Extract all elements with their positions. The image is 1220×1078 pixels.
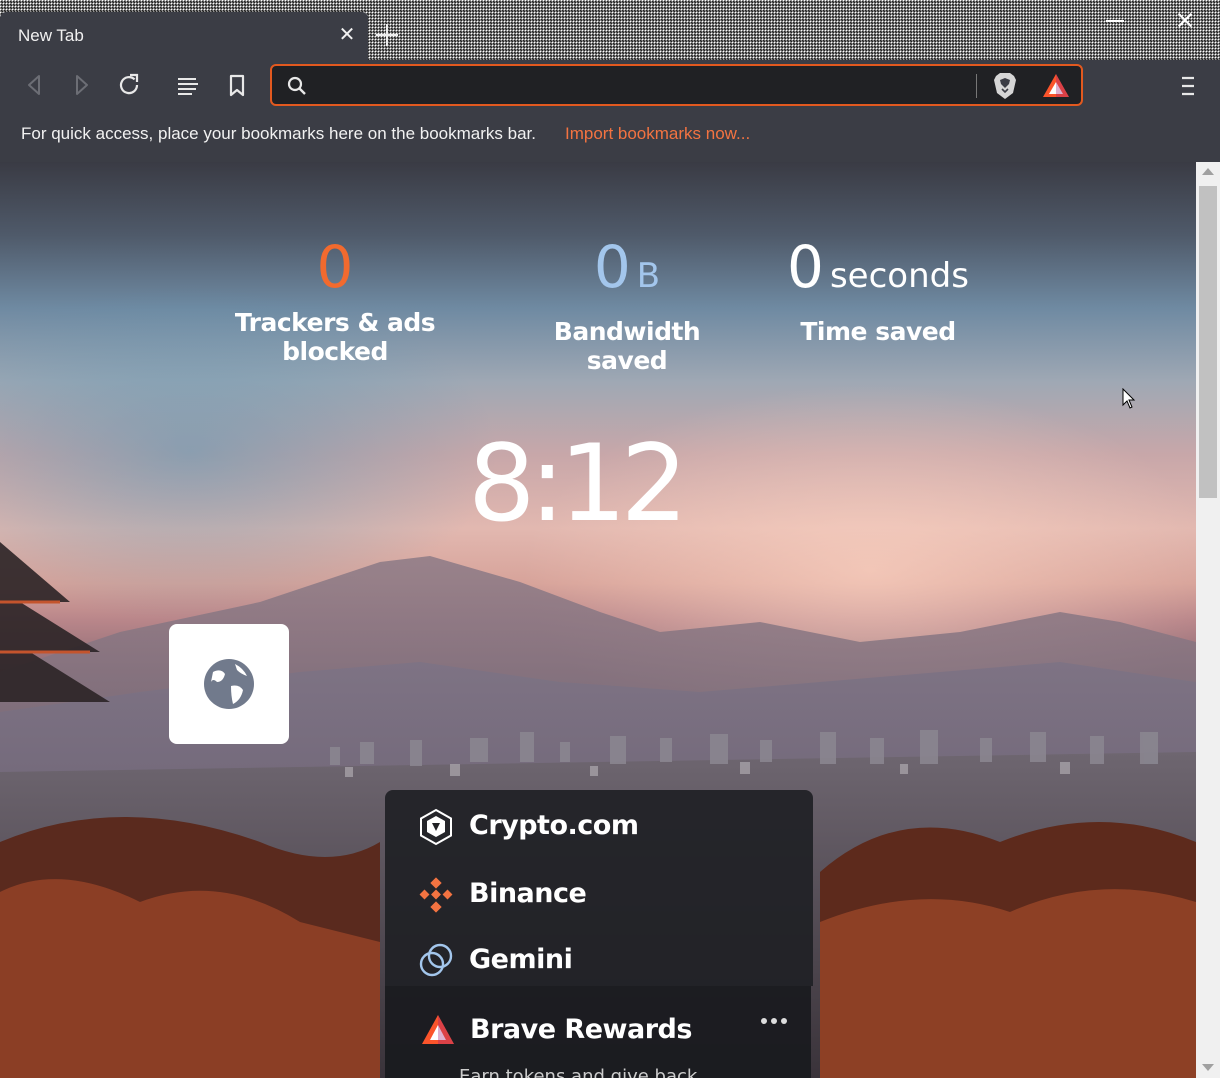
address-bar[interactable] — [270, 64, 1083, 106]
bandwidth-unit: B — [636, 256, 661, 296]
hamburger-menu-icon — [1182, 76, 1194, 96]
brave-rewards-subtitle: Earn tokens and give back — [459, 1066, 698, 1078]
scroll-thumb[interactable] — [1199, 186, 1217, 498]
time-unit: seconds — [829, 256, 969, 296]
binance-icon — [419, 877, 453, 913]
brave-rewards-title: Brave Rewards — [470, 1014, 692, 1045]
brave-rewards-triangle-icon — [422, 1015, 454, 1044]
scroll-up-arrow-icon[interactable] — [1202, 168, 1214, 175]
time-value: 0 — [787, 233, 824, 301]
top-site-tile[interactable] — [169, 624, 289, 744]
bookmark-button[interactable] — [223, 71, 251, 99]
tab-strip: New Tab ✕ — [0, 0, 1220, 60]
gemini-icon — [419, 943, 453, 977]
bookmarks-bar: For quick access, place your bookmarks h… — [0, 110, 1220, 162]
search-icon — [287, 76, 306, 95]
forward-button[interactable] — [68, 71, 96, 99]
binance-widget[interactable]: Binance — [417, 872, 777, 918]
gemini-widget[interactable]: Gemini — [417, 938, 777, 984]
time-label: Time saved — [800, 317, 956, 346]
reader-mode-button[interactable] — [174, 71, 202, 99]
tab-new-tab[interactable]: New Tab ✕ — [0, 12, 368, 60]
bookmarks-bar-message: For quick access, place your bookmarks h… — [21, 124, 536, 143]
gemini-label: Gemini — [469, 944, 573, 975]
brave-rewards-icon[interactable] — [1042, 73, 1070, 99]
bandwidth-value: 0 — [593, 233, 631, 301]
trackers-label: Trackers & ads blocked — [234, 308, 436, 366]
scroll-down-arrow-icon[interactable] — [1202, 1064, 1214, 1071]
crypto-widgets-panel: Crypto.com Binance Gemini — [385, 790, 813, 986]
address-input[interactable] — [318, 72, 958, 98]
bandwidth-label: Bandwidth saved — [553, 317, 701, 375]
trackers-stat: 0 Trackers & ads blocked — [195, 234, 475, 366]
time-stat: 0 seconds Time saved — [770, 234, 986, 346]
bookmark-icon — [229, 74, 245, 97]
new-tab-page: 0 Trackers & ads blocked 0B Bandwidth sa… — [0, 162, 1196, 1078]
tab-close-icon[interactable]: ✕ — [336, 22, 358, 46]
forward-arrow-icon — [76, 75, 88, 95]
trackers-count: 0 — [316, 233, 354, 301]
address-bar-divider — [976, 74, 977, 98]
more-options-icon[interactable] — [761, 1014, 789, 1028]
binance-label: Binance — [469, 878, 587, 909]
page-scrollbar[interactable] — [1196, 162, 1220, 1078]
crypto-com-widget[interactable]: Crypto.com — [417, 804, 777, 850]
reload-icon — [119, 73, 139, 95]
clock: 8:12 — [467, 422, 688, 545]
bandwidth-stat: 0B Bandwidth saved — [518, 234, 736, 375]
minimize-icon[interactable] — [1100, 8, 1130, 32]
tab-title: New Tab — [18, 26, 84, 45]
back-arrow-icon — [28, 75, 40, 95]
import-bookmarks-link[interactable]: Import bookmarks now... — [565, 124, 750, 144]
new-tab-button[interactable] — [374, 22, 400, 48]
mouse-cursor-icon — [1122, 388, 1136, 409]
menu-button[interactable] — [1175, 74, 1201, 98]
toolbar — [0, 60, 1220, 110]
globe-icon — [204, 659, 254, 709]
crypto-com-icon — [420, 808, 452, 846]
window-close-icon[interactable] — [1170, 8, 1200, 32]
reader-mode-icon — [178, 78, 198, 95]
brave-rewards-widget[interactable]: Brave Rewards Earn tokens and give back — [385, 986, 811, 1078]
reload-button[interactable] — [115, 71, 143, 99]
crypto-com-label: Crypto.com — [469, 810, 639, 841]
back-button[interactable] — [20, 71, 48, 99]
brave-shields-icon[interactable] — [992, 72, 1018, 100]
